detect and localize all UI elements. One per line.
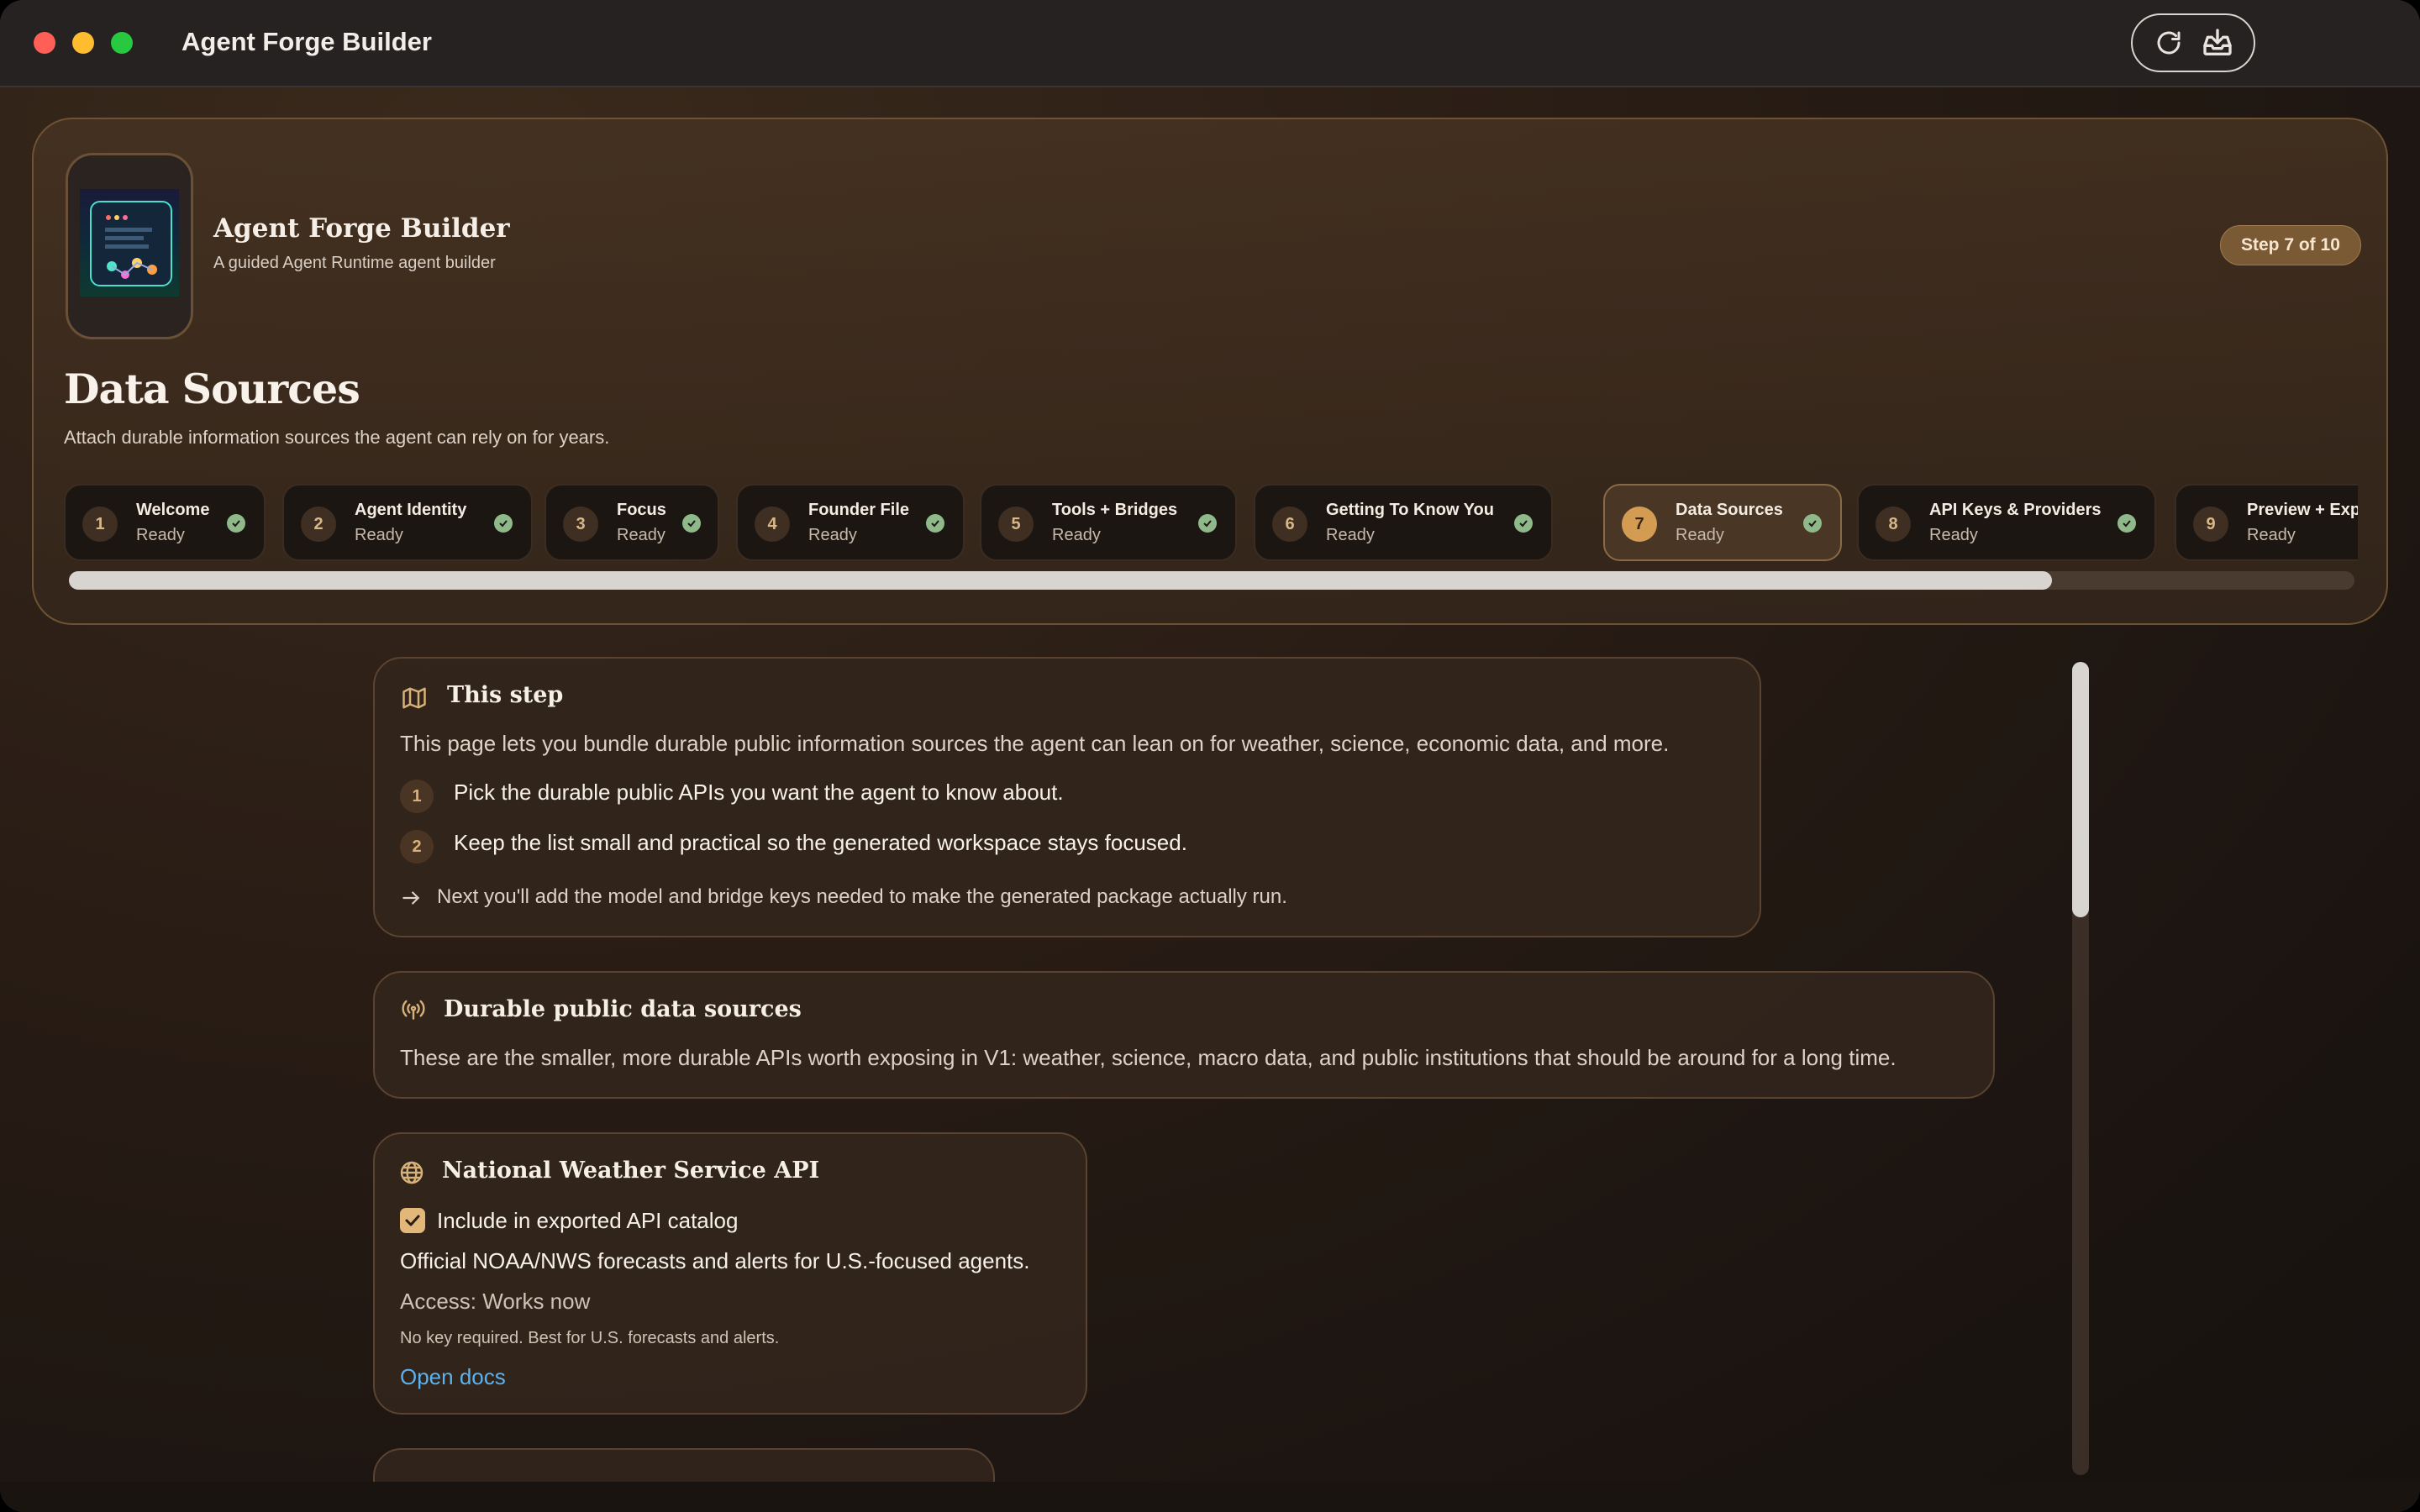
robot-screen-icon bbox=[105, 215, 157, 279]
step-preview-export[interactable]: 9 Preview + Export Ready bbox=[2175, 484, 2358, 561]
check-circle-icon bbox=[1514, 514, 1533, 533]
step-getting-to-know-you[interactable]: 6 Getting To Know You Ready bbox=[1254, 484, 1553, 561]
step-number: 2 bbox=[301, 507, 336, 542]
app-window: Agent Forge Builder Agent Forge Builder … bbox=[0, 0, 2420, 1512]
this-step-title: This step bbox=[447, 682, 564, 708]
refresh-button[interactable] bbox=[2149, 24, 2188, 62]
antenna-broadcast-icon bbox=[402, 1000, 425, 1020]
step-status: Ready bbox=[1676, 526, 1724, 544]
check-circle-icon bbox=[926, 514, 944, 533]
checkmark-icon bbox=[405, 1215, 420, 1226]
step-status: Ready bbox=[136, 526, 185, 544]
check-circle-icon bbox=[682, 514, 701, 533]
this-step-card: This step This page lets you bundle dura… bbox=[373, 657, 1761, 937]
include-in-catalog-label[interactable]: Include in exported API catalog bbox=[437, 1208, 738, 1234]
step-status: Ready bbox=[808, 526, 857, 544]
step-status: Ready bbox=[355, 526, 403, 544]
this-step-description: This page lets you bundle durable public… bbox=[400, 731, 1670, 756]
api-card-summary: Official NOAA/NWS forecasts and alerts f… bbox=[400, 1248, 1030, 1273]
close-window-button[interactable] bbox=[34, 32, 55, 54]
step-api-keys-providers[interactable]: 8 API Keys & Providers Ready bbox=[1857, 484, 2156, 561]
step-label: Preview + Export bbox=[2247, 501, 2358, 519]
download-tray-icon bbox=[2203, 29, 2232, 56]
step-label: API Keys & Providers bbox=[1929, 501, 2102, 519]
arrow-right-icon bbox=[402, 891, 420, 905]
step-status: Ready bbox=[1052, 526, 1101, 544]
step-number: 1 bbox=[82, 507, 118, 542]
this-step-item: Pick the durable public APIs you want th… bbox=[454, 780, 1064, 805]
steps-scrollbar-thumb[interactable] bbox=[69, 571, 2052, 590]
window-title: Agent Forge Builder bbox=[182, 27, 432, 56]
api-card-title: National Weather Service API bbox=[442, 1158, 820, 1184]
next-step-hint: Next you'll add the model and bridge key… bbox=[437, 885, 1287, 908]
check-circle-icon bbox=[494, 514, 513, 533]
step-status: Ready bbox=[617, 526, 666, 544]
durable-sources-title: Durable public data sources bbox=[444, 996, 802, 1022]
step-progress-badge: Step 7 of 10 bbox=[2220, 225, 2361, 265]
content-bottom-fade bbox=[0, 1482, 2420, 1512]
include-in-catalog-checkbox[interactable] bbox=[400, 1208, 425, 1233]
open-docs-link[interactable]: Open docs bbox=[400, 1364, 506, 1390]
step-status: Ready bbox=[2247, 526, 2296, 544]
api-card-note: No key required. Best for U.S. forecasts… bbox=[400, 1329, 780, 1347]
step-number: 7 bbox=[1622, 507, 1657, 542]
step-number: 5 bbox=[998, 507, 1034, 542]
step-number: 4 bbox=[755, 507, 790, 542]
step-label: Founder File bbox=[808, 501, 909, 519]
refresh-icon bbox=[2157, 31, 2181, 55]
step-number: 3 bbox=[563, 507, 598, 542]
page-description: Attach durable information sources the a… bbox=[64, 427, 610, 448]
step-navigator: 1 Welcome Ready 2 Agent Identity Ready 3… bbox=[64, 484, 2358, 566]
header-panel: Agent Forge Builder A guided Agent Runti… bbox=[32, 118, 2388, 625]
toolbar-button-group bbox=[2131, 13, 2255, 72]
globe-icon bbox=[400, 1161, 424, 1184]
step-number: 9 bbox=[2193, 507, 2228, 542]
step-label: Welcome bbox=[136, 501, 210, 519]
step-bullet-number: 1 bbox=[400, 780, 434, 813]
step-tools-bridges[interactable]: 5 Tools + Bridges Ready bbox=[980, 484, 1237, 561]
step-status: Ready bbox=[1929, 526, 1978, 544]
page-title: Data Sources bbox=[64, 365, 360, 413]
this-step-item: Keep the list small and practical so the… bbox=[454, 830, 1187, 855]
step-label: Agent Identity bbox=[355, 501, 467, 519]
api-access-status: Access: Works now bbox=[400, 1289, 591, 1314]
app-logo bbox=[66, 153, 193, 339]
zoom-window-button[interactable] bbox=[111, 32, 133, 54]
step-number: 6 bbox=[1272, 507, 1307, 542]
check-circle-icon bbox=[1198, 514, 1217, 533]
content-scrollbar-thumb[interactable] bbox=[2072, 662, 2089, 917]
check-circle-icon bbox=[1803, 514, 1822, 533]
step-label: Getting To Know You bbox=[1326, 501, 1494, 519]
step-number: 8 bbox=[1876, 507, 1911, 542]
step-label: Data Sources bbox=[1676, 501, 1783, 519]
durable-sources-description: These are the smaller, more durable APIs… bbox=[400, 1045, 1897, 1070]
durable-sources-card: Durable public data sources These are th… bbox=[373, 971, 1995, 1099]
minimize-window-button[interactable] bbox=[72, 32, 94, 54]
step-bullet-number: 2 bbox=[400, 830, 434, 864]
step-agent-identity[interactable]: 2 Agent Identity Ready bbox=[282, 484, 533, 561]
app-name: Agent Forge Builder bbox=[213, 213, 510, 244]
step-label: Tools + Bridges bbox=[1052, 501, 1178, 519]
check-circle-icon bbox=[227, 514, 245, 533]
export-button[interactable] bbox=[2198, 24, 2237, 62]
title-bar: Agent Forge Builder bbox=[0, 0, 2420, 87]
step-welcome[interactable]: 1 Welcome Ready bbox=[64, 484, 266, 561]
step-founder-file[interactable]: 4 Founder File Ready bbox=[736, 484, 965, 561]
app-subtitle: A guided Agent Runtime agent builder bbox=[213, 254, 496, 272]
check-circle-icon bbox=[2118, 514, 2136, 533]
api-card-nws: National Weather Service API Include in … bbox=[373, 1132, 1087, 1415]
step-data-sources[interactable]: 7 Data Sources Ready bbox=[1603, 484, 1842, 561]
step-status: Ready bbox=[1326, 526, 1375, 544]
step-focus[interactable]: 3 Focus Ready bbox=[544, 484, 719, 561]
map-icon bbox=[402, 687, 426, 709]
step-label: Focus bbox=[617, 501, 666, 519]
app-logo-art bbox=[80, 189, 179, 297]
